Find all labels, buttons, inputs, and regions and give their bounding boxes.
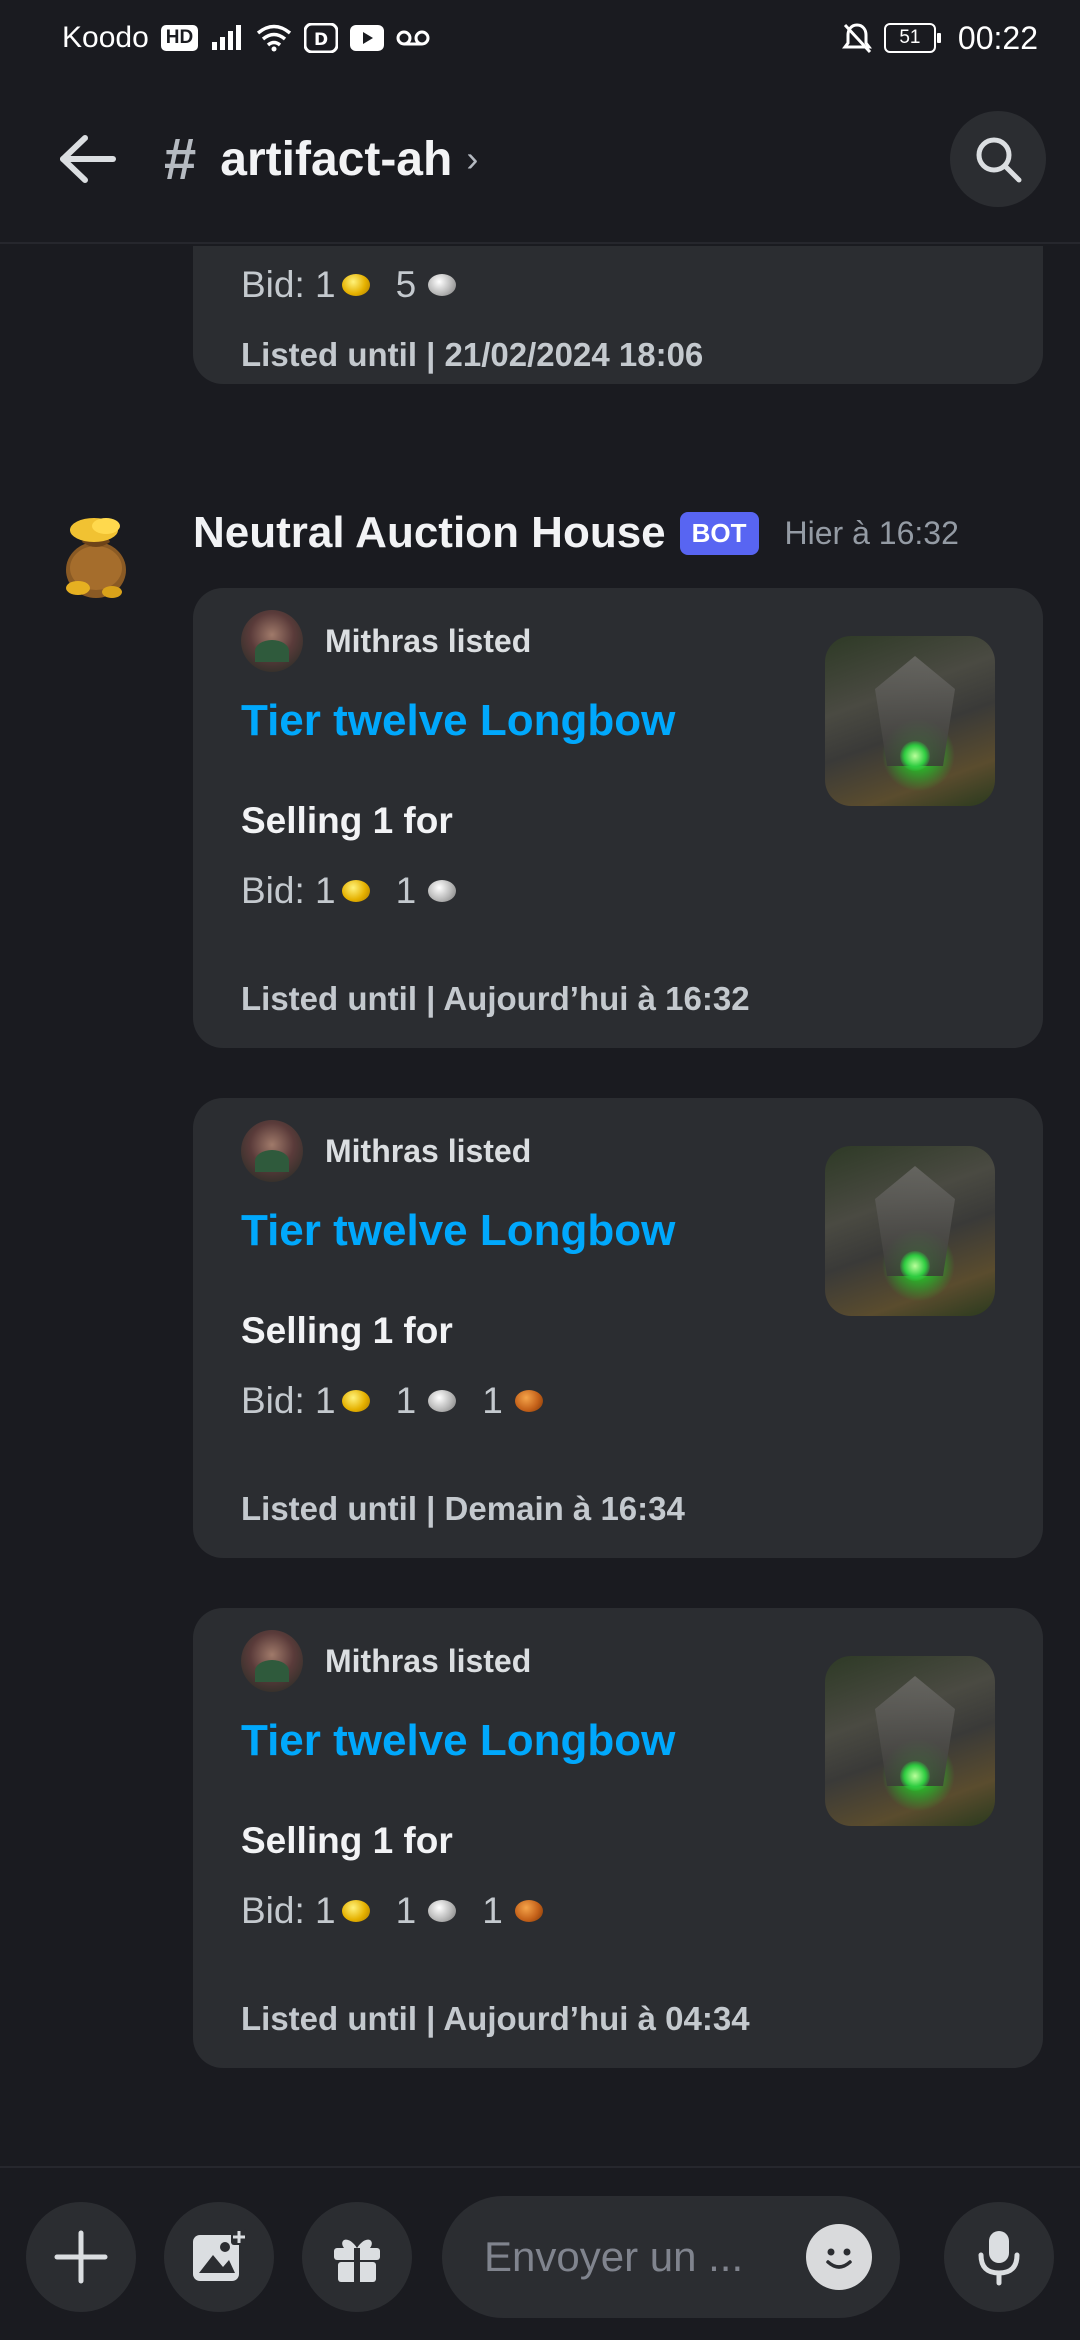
copper-amount: 1 <box>482 1380 503 1421</box>
author-name: Mithras listed <box>325 1642 532 1679</box>
message-author[interactable]: Neutral Auction House <box>193 508 666 558</box>
channel-hash-icon: # <box>164 126 197 192</box>
emoji-button[interactable] <box>806 2224 872 2290</box>
gold-coin-icon <box>341 274 370 296</box>
bell-off-icon <box>841 22 872 54</box>
bid-label: Bid: 1 <box>241 264 336 305</box>
silver-amount: 1 <box>395 870 417 911</box>
microphone-icon <box>978 2231 1020 2286</box>
copper-coin-icon <box>514 1900 543 1922</box>
bot-avatar[interactable] <box>48 508 144 604</box>
gold-coin-icon <box>341 1390 370 1412</box>
listed-until: Listed until | 21/02/2024 18:06 <box>241 336 704 373</box>
signal-icon <box>210 24 244 52</box>
gift-button[interactable] <box>302 2202 412 2312</box>
silver-coin-icon <box>428 1900 457 1922</box>
image-icon <box>193 2229 247 2281</box>
author-name: Mithras listed <box>325 1132 532 1169</box>
silver-coin-icon <box>428 880 457 902</box>
embed-card[interactable]: Mithras listed Tier twelve Longbow Selli… <box>193 588 1043 1048</box>
listed-until: Listed until | Aujourd’hui à 04:34 <box>241 2000 750 2037</box>
author-avatar <box>241 1120 303 1182</box>
gold-coin-icon <box>341 880 370 902</box>
item-title-link[interactable]: Tier twelve Longbow <box>241 1206 675 1256</box>
gold-bag-icon <box>66 518 126 598</box>
silver-coin-icon <box>428 274 457 296</box>
gold-coin-icon <box>341 1900 370 1922</box>
silver-amount: 1 <box>395 1890 417 1931</box>
silver-amount: 1 <box>395 1380 417 1421</box>
hd-badge: HD <box>160 25 199 51</box>
copper-coin-icon <box>514 1390 543 1412</box>
bot-badge: BOT <box>679 511 759 555</box>
author-avatar <box>241 610 303 672</box>
message-header: Neutral Auction House BOT Hier à 16:32 <box>193 508 959 558</box>
chevron-right-icon[interactable]: › <box>466 138 478 180</box>
bid-row: Bid: 1 1 1 <box>241 1890 569 1932</box>
battery-indicator: 51 <box>883 23 941 53</box>
smiley-icon <box>816 2234 862 2280</box>
composer-bar: Envoyer un ... <box>0 2166 1080 2340</box>
message-input[interactable]: Envoyer un ... <box>442 2196 900 2318</box>
status-bar: Koodo HD D 51 00:22 <box>0 0 1080 76</box>
voicemail-icon <box>396 28 430 48</box>
selling-label: Selling 1 for <box>241 1820 453 1861</box>
message-list[interactable]: Bid: 1 5 Listed until | 21/02/2024 18:06… <box>0 246 1080 2166</box>
gift-icon <box>334 2239 380 2282</box>
author-avatar <box>241 1630 303 1692</box>
back-button[interactable] <box>52 123 124 195</box>
bid-row: Bid: 1 1 1 <box>241 1380 569 1422</box>
wifi-icon <box>256 24 292 52</box>
bid-label: Bid: 1 <box>241 1890 336 1931</box>
item-thumbnail[interactable] <box>825 1656 995 1826</box>
embed-author: Mithras listed <box>241 1120 531 1182</box>
status-right: 51 00:22 <box>841 19 1038 57</box>
author-name: Mithras listed <box>325 622 532 659</box>
plus-icon <box>54 2230 108 2284</box>
message-timestamp: Hier à 16:32 <box>784 514 959 551</box>
svg-text:D: D <box>314 30 328 50</box>
bid-row: Bid: 1 1 <box>241 870 482 912</box>
add-button[interactable] <box>26 2202 136 2312</box>
item-thumbnail[interactable] <box>825 1146 995 1316</box>
disney-icon: D <box>304 23 339 53</box>
copper-amount: 1 <box>482 1890 503 1931</box>
carrier-name: Koodo <box>62 21 149 54</box>
status-left: Koodo HD D <box>62 21 430 55</box>
search-button[interactable] <box>950 111 1046 207</box>
search-icon <box>976 137 1022 183</box>
item-title-link[interactable]: Tier twelve Longbow <box>241 1716 675 1766</box>
bid-label: Bid: 1 <box>241 1380 336 1421</box>
embed-author: Mithras listed <box>241 1630 531 1692</box>
bid-row: Bid: 1 5 <box>241 264 482 306</box>
back-arrow-icon <box>60 135 116 183</box>
silver-amount: 5 <box>395 264 417 305</box>
listed-until: Listed until | Aujourd’hui à 16:32 <box>241 980 750 1017</box>
channel-name[interactable]: artifact-ah <box>220 132 452 187</box>
channel-header: # artifact-ah › <box>0 76 1080 244</box>
selling-label: Selling 1 for <box>241 1310 453 1351</box>
voice-message-button[interactable] <box>944 2202 1054 2312</box>
embed-card[interactable]: Mithras listed Tier twelve Longbow Selli… <box>193 1098 1043 1558</box>
silver-coin-icon <box>428 1390 457 1412</box>
youtube-icon <box>350 25 385 51</box>
message-input-placeholder: Envoyer un ... <box>484 2233 744 2280</box>
clock: 00:22 <box>957 19 1038 56</box>
bid-label: Bid: 1 <box>241 870 336 911</box>
embed-author: Mithras listed <box>241 610 531 672</box>
image-upload-button[interactable] <box>164 2202 274 2312</box>
listed-until: Listed until | Demain à 16:34 <box>241 1490 685 1527</box>
embed-card-partial: Bid: 1 5 Listed until | 21/02/2024 18:06 <box>193 246 1043 384</box>
item-thumbnail[interactable] <box>825 636 995 806</box>
item-title-link[interactable]: Tier twelve Longbow <box>241 696 675 746</box>
selling-label: Selling 1 for <box>241 800 453 841</box>
embed-card[interactable]: Mithras listed Tier twelve Longbow Selli… <box>193 1608 1043 2068</box>
